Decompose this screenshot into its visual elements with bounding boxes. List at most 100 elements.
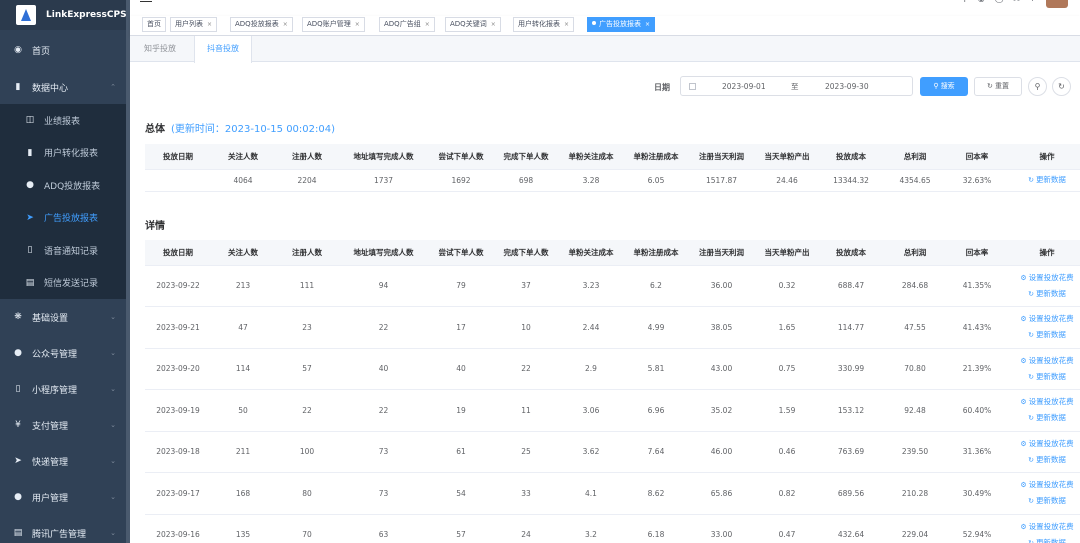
font-size-icon[interactable]: ↑	[1029, 0, 1036, 8]
sidebar-item-user-conversion-report[interactable]: ▮ 用户转化报表	[0, 137, 130, 170]
fullscreen-icon[interactable]: ⛶	[1014, 0, 1020, 8]
close-icon[interactable]: ×	[564, 21, 569, 28]
toggle-search-button[interactable]: ⚲	[1028, 77, 1047, 96]
update-data-link[interactable]: ↻ 更新数据	[1007, 172, 1080, 188]
table-cell: 25	[494, 431, 558, 473]
table-row: 2023-09-16 135 70 63 57 24 3.2 6.18 33.00 0.47 432…	[145, 514, 1080, 543]
search-button[interactable]: ⚲ 搜索	[920, 77, 968, 96]
chevron-down-icon: ⌄	[110, 457, 116, 465]
tag-ad-report[interactable]: 广告投放报表 ×	[587, 17, 656, 32]
set-spend-link[interactable]: ⚙ 设置投放花费	[1007, 394, 1080, 410]
sidebar-item-official-account[interactable]: ● 公众号管理 ⌄	[0, 335, 130, 371]
close-icon[interactable]: ×	[491, 21, 496, 28]
chevron-up-icon: ⌃	[110, 83, 116, 91]
user-icon: ●	[14, 492, 22, 502]
update-data-link[interactable]: ↻ 更新数据	[1007, 410, 1080, 426]
link-label: 设置投放花费	[1028, 438, 1074, 448]
actions-cell: ⚙ 设置投放花费 ↻ 更新数据	[1007, 306, 1080, 349]
set-spend-link[interactable]: ⚙ 设置投放花费	[1007, 311, 1080, 327]
sidebar-item-users[interactable]: ● 用户管理 ⌄	[0, 479, 130, 515]
actions-cell: ⚙ 设置投放花费 ↻ 更新数据	[1007, 472, 1080, 515]
tag-adq-accounts[interactable]: ADQ账户管理 ×	[302, 17, 365, 32]
phone-icon: ▯	[27, 245, 33, 256]
update-data-link[interactable]: ↻ 更新数据	[1007, 286, 1080, 302]
close-icon[interactable]: ×	[645, 21, 650, 28]
table-cell: 32.63%	[947, 169, 1007, 192]
github-icon[interactable]: ◉	[978, 0, 985, 8]
column-header: 回本率	[947, 240, 1007, 266]
table-cell: 2023-09-19	[145, 389, 211, 432]
table-cell: 47.55	[883, 306, 947, 349]
summary-header-row: 投放日期 关注人数 注册人数 地址填写完成人数 尝试下单人数 完成下单人数 单粉关注成本 单粉…	[145, 144, 1080, 170]
sidebar-item-express[interactable]: ➤ 快递管理 ⌄	[0, 443, 130, 479]
sidebar-item-performance-report[interactable]: ◫ 业绩报表	[0, 104, 130, 137]
close-icon[interactable]: ×	[425, 21, 430, 28]
table-cell: 689.56	[819, 472, 883, 515]
tab-douyin[interactable]: 抖音投放	[194, 36, 252, 63]
column-header: 地址填写完成人数	[339, 144, 428, 170]
sidebar-item-voice-records[interactable]: ▯ 语音通知记录	[0, 234, 130, 267]
table-cell: 1.65	[755, 306, 819, 349]
avatar[interactable]	[1046, 0, 1068, 8]
update-data-link[interactable]: ↻ 更新数据	[1007, 493, 1080, 509]
chevron-down-icon: ⌄	[110, 349, 116, 357]
refresh-button[interactable]: ↻	[1052, 77, 1071, 96]
sidebar-item-data-center[interactable]: ▮ 数据中心 ⌃	[0, 70, 130, 104]
tag-user-conversion[interactable]: 用户转化报表 ×	[513, 17, 575, 32]
tag-user-list[interactable]: 用户列表 ×	[170, 17, 218, 32]
panel-icon: ◫	[25, 115, 35, 126]
close-icon[interactable]: ×	[207, 21, 212, 28]
sidebar-item-adq-report[interactable]: ● ADQ投放报表	[0, 169, 130, 202]
table-cell: 60.40%	[947, 389, 1007, 432]
column-header: 完成下单人数	[494, 144, 558, 170]
tag-adq-keywords[interactable]: ADQ关键词 ×	[445, 17, 501, 32]
set-spend-link[interactable]: ⚙ 设置投放花费	[1007, 270, 1080, 286]
date-range-picker[interactable]: 2023-09-01 至 2023-09-30	[680, 76, 913, 96]
chevron-down-icon: ⌄	[110, 493, 116, 501]
update-data-link[interactable]: ↻ 更新数据	[1007, 327, 1080, 343]
table-row: 2023-09-21 47 23 22 17 10 2.44 4.99 38.05 1.65 114…	[145, 306, 1080, 349]
table-cell: 13344.32	[819, 169, 883, 192]
tag-label: 用户列表	[175, 20, 203, 28]
reset-button[interactable]: ↻ 重置	[974, 77, 1022, 96]
set-spend-link[interactable]: ⚙ 设置投放花费	[1007, 519, 1080, 535]
end-date[interactable]: 2023-09-30	[825, 82, 869, 91]
tab-zhihu[interactable]: 知乎投放	[132, 36, 188, 62]
tag-adq-adgroup[interactable]: ADQ广告组 ×	[379, 17, 435, 32]
tag-home[interactable]: 首页	[142, 17, 166, 32]
start-date[interactable]: 2023-09-01	[722, 82, 766, 91]
sidebar-item-payment[interactable]: ¥ 支付管理 ⌄	[0, 407, 130, 443]
sidebar-item-home[interactable]: ◉ 首页	[0, 30, 130, 70]
table-cell: 688.47	[819, 265, 883, 307]
link-label: 更新数据	[1035, 454, 1066, 464]
table-cell: 24	[494, 514, 558, 543]
set-spend-link[interactable]: ⚙ 设置投放花费	[1007, 353, 1080, 369]
set-spend-link[interactable]: ⚙ 设置投放花费	[1007, 436, 1080, 452]
sidebar-item-basic-settings[interactable]: ❋ 基础设置 ⌄	[0, 299, 130, 335]
table-cell: 6.05	[624, 169, 688, 192]
sidebar-item-label: 广告投放报表	[44, 214, 99, 225]
table-cell: 61	[428, 431, 494, 473]
update-data-link[interactable]: ↻ 更新数据	[1007, 535, 1080, 543]
table-cell: 6.96	[624, 389, 688, 432]
sidebar-item-ad-report[interactable]: ➤ 广告投放报表	[0, 202, 130, 235]
sidebar-item-mini-program[interactable]: ▯ 小程序管理 ⌄	[0, 371, 130, 407]
sidebar-item-label: 数据中心	[32, 83, 69, 94]
tag-adq-report[interactable]: ADQ投放报表 ×	[230, 17, 293, 32]
details-title: 详情	[145, 221, 165, 232]
update-data-link[interactable]: ↻ 更新数据	[1007, 369, 1080, 385]
refresh-icon: ↻	[1028, 414, 1034, 423]
active-dot-icon	[592, 21, 596, 25]
search-icon[interactable]: ⚲	[962, 0, 968, 8]
sidebar-item-sms-records[interactable]: ▤ 短信发送记录	[0, 267, 130, 300]
update-data-link[interactable]: ↻ 更新数据	[1007, 452, 1080, 468]
hamburger-icon[interactable]	[140, 0, 152, 2]
close-icon[interactable]: ×	[283, 21, 288, 28]
app-logo[interactable]: LinkExpressCPS	[0, 0, 130, 30]
table-cell: 50	[211, 389, 275, 432]
set-spend-link[interactable]: ⚙ 设置投放花费	[1007, 477, 1080, 493]
sidebar-item-label: 语音通知记录	[44, 246, 99, 257]
sidebar-item-tencent-ads[interactable]: ▤ 腾讯广告管理 ⌄	[0, 515, 130, 543]
close-icon[interactable]: ×	[355, 21, 360, 28]
help-icon[interactable]: ◯	[995, 0, 1004, 8]
